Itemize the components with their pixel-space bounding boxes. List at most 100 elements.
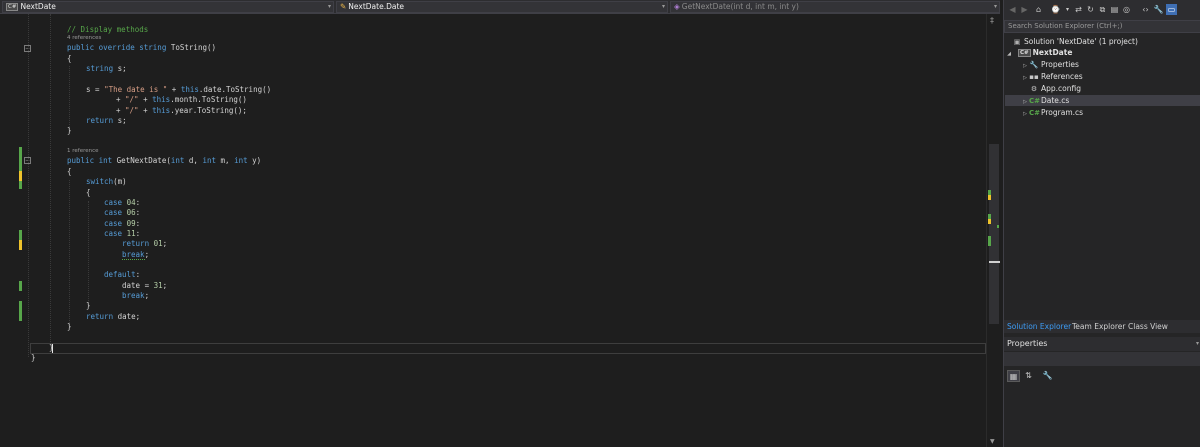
parameter: d, [188,156,203,165]
csharp-project-icon: C# [1018,49,1031,57]
code-line: + "/" + this.year.ToString(); [116,106,247,116]
tree-item-app-config[interactable]: ⚙ App.config [1029,83,1081,94]
change-bar-saved [19,160,22,171]
tab-team-explorer[interactable]: Team Explorer [1072,320,1125,333]
view-class-diagram-icon[interactable]: ◎ [1121,4,1132,15]
keyword: return [86,312,114,321]
caret-position-mark [989,261,1000,263]
identifier: .year.ToString(); [170,106,247,115]
string-literal: "/" [125,95,139,104]
code-line: public override string ToString() [67,43,216,53]
show-all-files-icon[interactable]: ▤ [1109,4,1120,15]
scrollbar-thumb[interactable] [989,144,999,324]
change-bar-saved [19,281,22,291]
refresh-icon[interactable]: ↻ [1085,4,1096,15]
chevron-down-icon: ▾ [327,3,331,10]
preview-selected-items-icon[interactable]: ▭ [1166,4,1177,15]
properties-wrench-icon[interactable]: 🔧 [1153,4,1164,15]
method-icon: ◈ [674,2,680,11]
back-icon[interactable]: ◀ [1007,4,1018,15]
code-line: + "/" + this.month.ToString() [116,95,247,105]
chevron-down-icon[interactable]: ▾ [1196,337,1199,351]
change-bar-saved [19,301,22,321]
solution-explorer-search-input[interactable]: Search Solution Explorer (Ctrl+;) [1004,20,1200,33]
code-editor[interactable]: − − // Display methods 4 references publ… [0,14,986,447]
tab-solution-explorer[interactable]: Solution Explorer [1007,320,1071,333]
punctuation: : [135,198,141,207]
csharp-project-icon: C# [6,3,19,11]
properties-window-title: Properties ▾ [1004,337,1200,351]
categorized-icon[interactable]: ▦ [1007,370,1020,382]
current-line-highlight [30,343,986,354]
operator: + [116,106,126,115]
member-dropdown[interactable]: ◈ GetNextDate(int d, int m, int y) ▾ [670,1,1000,13]
indent-guide [28,14,29,357]
tab-class-view[interactable]: Class View [1128,320,1168,333]
forward-icon[interactable]: ▶ [1019,4,1030,15]
scroll-down-arrow[interactable]: ▼ [990,438,995,445]
pending-changes-filter-icon[interactable]: ⌚ [1050,4,1061,15]
identifier: date; [117,312,141,321]
code-line: return s; [86,116,127,126]
number-literal: 31 [153,281,163,290]
text-caret [52,344,53,353]
operator: + [138,106,153,115]
operator: + [116,95,126,104]
home-icon[interactable]: ⌂ [1033,4,1044,15]
number-literal: 04 [126,198,136,207]
punctuation: : [135,208,141,217]
project-dropdown[interactable]: C# NextDate ▾ [2,1,334,13]
tree-item-solution[interactable]: ▣ Solution 'NextDate' (1 project) [1012,36,1138,47]
editor-vertical-scrollbar[interactable]: ‡ ▼ [986,14,1001,447]
tree-item-project[interactable]: ◢ C# NextDate [1005,47,1072,58]
keyword: override [98,43,135,52]
view-code-icon[interactable]: ‹› [1140,4,1151,15]
code-line: case 06: [104,208,140,218]
solution-explorer-toolbar: ◀ ▶ ⌂ ⌚ ▾ ⇄ ↻ ⧉ ▤ ◎ ‹› 🔧 ▭ [1004,0,1200,20]
tree-item-label: Properties [1041,60,1079,69]
property-pages-icon[interactable]: 🔧 [1041,370,1054,382]
number-literal: 11 [126,229,136,238]
tree-item-program-cs[interactable]: ▷ C#Program.cs [1021,107,1083,118]
tree-item-properties[interactable]: ▷ 🔧 Properties [1021,59,1079,70]
collapse-all-icon[interactable]: ⧉ [1097,4,1108,15]
collapsed-arrow-icon[interactable]: ▷ [1021,109,1029,120]
type-dropdown[interactable]: ✎ NextDate.Date ▾ [336,1,668,13]
keyword: this [152,95,171,104]
keyword: switch [86,177,114,186]
properties-title-label: Properties [1007,339,1048,348]
tree-item-references[interactable]: ▷ ▪▪ References [1021,71,1083,82]
collapsed-arrow-icon[interactable]: ▷ [1021,73,1029,84]
alphabetical-icon[interactable]: ⇅ [1022,370,1035,382]
number-literal: 06 [126,208,136,217]
chevron-down-icon: ▾ [993,3,997,10]
number-literal: 01 [153,239,163,248]
expanded-arrow-icon[interactable]: ◢ [1005,49,1013,60]
punctuation: : [135,229,141,238]
unreachable-code-warning[interactable]: break [122,250,145,260]
config-file-icon: ⚙ [1030,85,1038,93]
identifier: (m) [113,177,127,186]
code-line: string s; [86,64,127,74]
keyword: int [98,156,113,165]
keyword: case [104,229,123,238]
identifier: s; [117,64,127,73]
code-line: } [67,322,72,331]
code-line: } [86,301,91,310]
code-text: // Display methods 4 references public o… [30,14,271,362]
project-dropdown-value: NextDate [20,2,56,11]
sync-with-active-document-icon[interactable]: ⇄ [1073,4,1084,15]
chevron-down-icon[interactable]: ▾ [1062,4,1073,15]
number-literal: 09 [126,219,136,228]
codelens-references[interactable]: 4 references [67,35,101,42]
code-line: public int GetNextDate(int d, int m, int… [67,156,261,166]
properties-object-selector[interactable] [1004,352,1200,366]
tree-item-date-cs[interactable]: ▷ C#Date.cs [1021,95,1069,106]
codelens-references[interactable]: 1 reference [67,148,99,155]
tree-item-label: References [1041,72,1083,81]
split-editor-icon[interactable]: ‡ [990,16,994,25]
keyword: return [122,239,150,248]
keyword: public [67,43,95,52]
punctuation: ; [162,239,168,248]
keyword: string [86,64,114,73]
